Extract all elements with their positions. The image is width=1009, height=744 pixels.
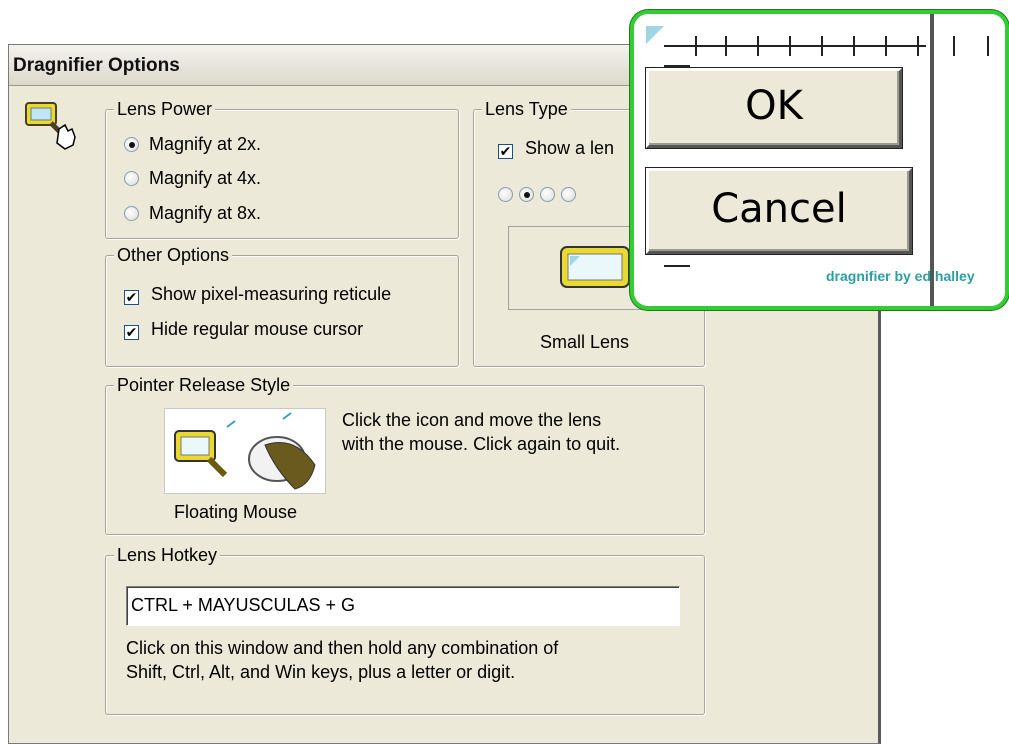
ok-button[interactable]: OK [646, 68, 902, 148]
hotkey-input[interactable]: CTRL + MAYUSCULAS + G [126, 586, 680, 626]
lens-style-radios [498, 184, 582, 205]
lens-style-radio-1[interactable] [498, 187, 513, 202]
radio-label: Magnify at 4x. [149, 168, 262, 188]
lens-style-radio-4[interactable] [561, 187, 576, 202]
checkbox-show-lens[interactable]: ✔ Show a len [498, 138, 614, 159]
radio-magnify-4x[interactable]: Magnify at 4x. [124, 168, 261, 189]
pointer-release-legend: Pointer Release Style [114, 375, 294, 396]
radio-label: Magnify at 8x. [149, 203, 262, 223]
hotkey-help-line1: Click on this window and then hold any c… [126, 638, 559, 658]
other-options-group: Other Options ✔ Show pixel-measuring reti… [105, 245, 459, 367]
lens-type-legend: Lens Type [482, 99, 571, 120]
radio-indicator[interactable] [124, 137, 139, 152]
floating-mouse-icon [174, 412, 316, 490]
hotkey-help-line2: Shift, Ctrl, Alt, and Win keys, plus a l… [126, 662, 516, 682]
radio-indicator[interactable] [124, 206, 139, 221]
floating-mouse-caption: Floating Mouse [174, 502, 298, 522]
lens-style-radio-3[interactable] [540, 187, 555, 202]
lens-power-group: Lens Power Magnify at 2x. Magnify at 4x.… [105, 99, 459, 239]
lens-preview-icon [560, 246, 630, 288]
checkbox-box[interactable]: ✔ [124, 325, 139, 340]
checkbox-label: Show a len [525, 138, 615, 158]
hotkey-value: CTRL + MAYUSCULAS + G [131, 595, 356, 615]
ruler-reticule [664, 14, 989, 306]
other-options-legend: Other Options [114, 245, 233, 266]
lens-hotkey-group: Lens Hotkey CTRL + MAYUSCULAS + G Click … [105, 545, 705, 715]
pointer-release-description-line1: Click the icon and move the lens [342, 410, 602, 430]
lens-power-legend: Lens Power [114, 99, 216, 120]
floating-mouse-button[interactable] [164, 408, 326, 494]
pointer-release-group: Pointer Release Style Click the icon and… [105, 375, 705, 535]
ok-label: OK [745, 83, 803, 129]
radio-magnify-8x[interactable]: Magnify at 8x. [124, 203, 261, 224]
checkbox-show-reticule[interactable]: ✔ Show pixel-measuring reticule [124, 284, 391, 305]
lens-style-radio-2[interactable] [519, 187, 534, 202]
window-title: Dragnifier Options [13, 55, 180, 76]
magnifier-hand-icon [23, 99, 85, 155]
checkbox-hide-cursor[interactable]: ✔ Hide regular mouse cursor [124, 319, 363, 340]
credit-text: dragnifier by ed halley [826, 268, 975, 284]
radio-magnify-2x[interactable]: Magnify at 2x. [124, 134, 261, 155]
checkbox-label: Show pixel-measuring reticule [151, 284, 392, 304]
cancel-button[interactable]: Cancel [646, 168, 912, 254]
lens-preview-caption: Small Lens [540, 332, 630, 352]
cancel-label: Cancel [711, 186, 847, 232]
checkbox-label: Hide regular mouse cursor [151, 319, 364, 339]
lens-hotkey-legend: Lens Hotkey [114, 545, 221, 566]
pointer-release-description-line2: with the mouse. Click again to quit. [342, 434, 621, 454]
checkbox-box[interactable]: ✔ [498, 144, 513, 159]
radio-label: Magnify at 2x. [149, 134, 262, 154]
radio-indicator[interactable] [124, 171, 139, 186]
magnified-lens-overlay: OK Cancel dragnifier by ed halley [630, 10, 1009, 310]
checkbox-box[interactable]: ✔ [124, 290, 139, 305]
